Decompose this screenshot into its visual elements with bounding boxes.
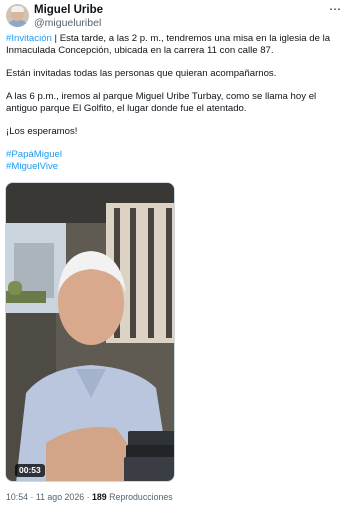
author-handle[interactable]: @migueluribel xyxy=(34,17,101,29)
hashtag-link[interactable]: #PapáMiguel xyxy=(6,149,62,160)
tweet-paragraph-2: Están invitadas todas las personas que q… xyxy=(6,67,277,79)
post-date[interactable]: 11 ago 2026 xyxy=(36,492,84,502)
tweet-text: #Invitación | Esta tarde, a las 2 p. m.,… xyxy=(6,33,340,172)
tweet-text-body: | Esta tarde, a las 2 p. m., tendremos u… xyxy=(6,33,331,56)
more-dots-icon[interactable]: ⋯ xyxy=(326,3,344,18)
post-time[interactable]: 10:54 xyxy=(6,492,28,502)
video-duration: 00:53 xyxy=(15,464,45,477)
avatar[interactable] xyxy=(6,4,29,27)
meta-separator: · xyxy=(28,492,36,502)
hashtag-line: #PapáMiguel xyxy=(6,149,340,161)
meta-separator: · xyxy=(84,492,92,502)
hashtag-line: #MiguelVive xyxy=(6,161,340,173)
views-label: Reproducciones xyxy=(106,492,173,502)
view-count: 189 xyxy=(91,492,107,502)
hashtag-link[interactable]: #Invitación xyxy=(6,33,52,44)
hashtag-link[interactable]: #MiguelVive xyxy=(6,161,58,172)
tweet-paragraph-1: #Invitación | Esta tarde, a las 2 p. m.,… xyxy=(6,33,340,56)
video-thumbnail xyxy=(6,183,174,481)
tweet-meta: 10:54 · 11 ago 2026 · 189 Reproducciones xyxy=(6,492,173,503)
author-name[interactable]: Miguel Uribe xyxy=(34,4,103,16)
video-player[interactable]: 00:53 xyxy=(5,182,175,482)
tweet-paragraph-3: A las 6 p.m., iremos al parque Miguel Ur… xyxy=(6,90,317,114)
tweet-header: Miguel Uribe @migueluribel ⋯ xyxy=(6,3,344,29)
tweet-paragraph-4: ¡Los esperamos! xyxy=(6,125,78,137)
